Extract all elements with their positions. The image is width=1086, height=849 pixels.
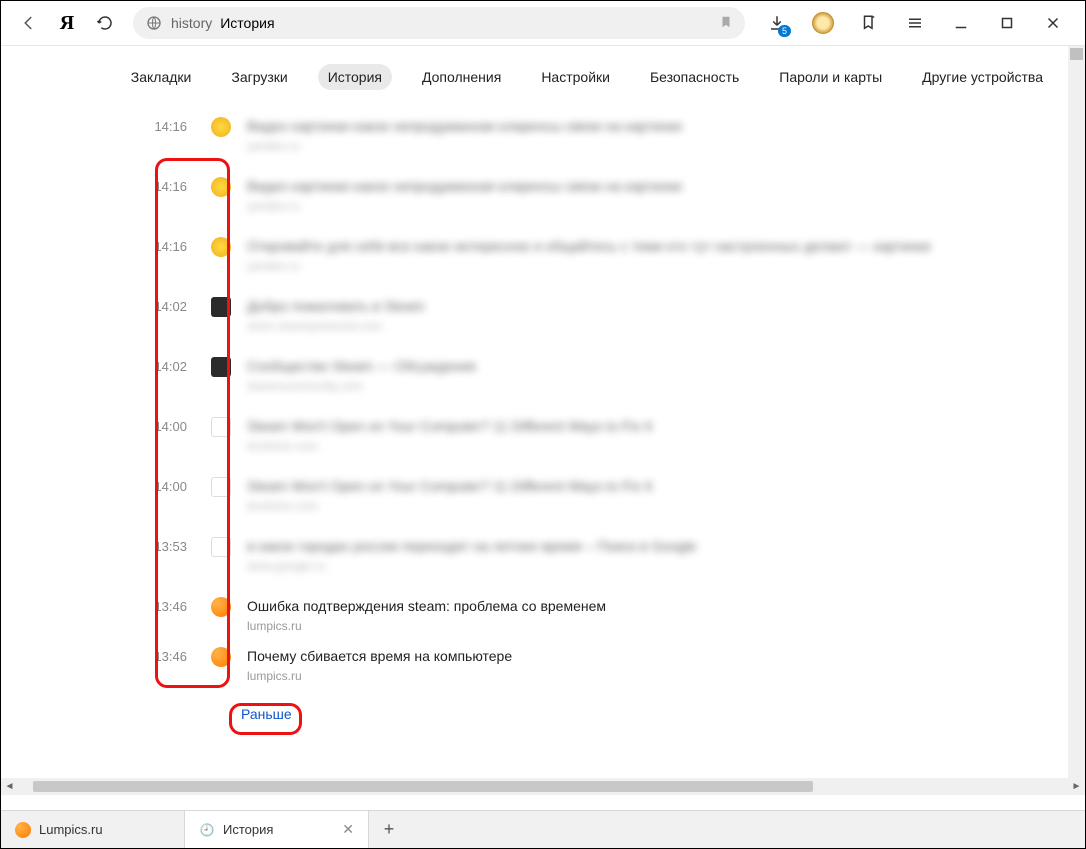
history-source: steamcommunity.com — [247, 378, 1068, 394]
favicon — [211, 537, 231, 557]
history-source: lumpics.ru — [247, 668, 1068, 684]
history-row[interactable]: 14:16 Видео картинки какое непродуманная … — [1, 168, 1068, 228]
favicon — [211, 117, 231, 137]
history-time: 14:00 — [1, 412, 211, 442]
history-title: Откровайте для себя все какое интересное… — [247, 232, 1068, 256]
close-window-button[interactable] — [1033, 7, 1073, 39]
history-time: 13:53 — [1, 532, 211, 562]
history-time: 14:16 — [1, 112, 211, 142]
content-area: Закладки Загрузки История Дополнения Настрой… — [1, 45, 1085, 795]
browser-tab[interactable]: Lumpics.ru — [1, 811, 185, 848]
history-list: 14:16 Видео картинки какое непродуманная … — [1, 108, 1068, 778]
collections-button[interactable] — [849, 7, 889, 39]
menu-button[interactable] — [895, 7, 935, 39]
history-source: yandex.ru — [247, 198, 1068, 214]
bookmark-panel-icon — [860, 14, 878, 32]
close-icon — [1044, 14, 1062, 32]
history-row[interactable]: 14:02 Добро пожаловать в Steam store.steam… — [1, 288, 1068, 348]
history-title: Steam Won't Open on Your Computer? 11 Di… — [247, 412, 1068, 436]
history-title: Сообщество Steam — Обсуждения — [247, 352, 1068, 376]
history-source: yandex.ru — [247, 258, 1068, 274]
maximize-button[interactable] — [987, 7, 1027, 39]
browser-tab[interactable]: 🕘 История ✕ — [185, 811, 369, 848]
history-row[interactable]: 14:00 Steam Won't Open on Your Computer? … — [1, 408, 1068, 468]
history-source: yandex.ru — [247, 138, 1068, 154]
tab-close-button[interactable]: ✕ — [342, 821, 354, 838]
settings-nav: Закладки Загрузки История Дополнения Настрой… — [1, 46, 1085, 100]
history-row[interactable]: 13:46 Ошибка подтверждения steam: проблем… — [1, 588, 1068, 638]
hamburger-icon — [906, 14, 924, 32]
history-title: Видео картинки какое непродуманная клире… — [247, 112, 1068, 136]
favicon — [211, 297, 231, 317]
history-row[interactable]: 14:02 Сообщество Steam — Обсуждения steamc… — [1, 348, 1068, 408]
browser-toolbar: Я history История — [1, 1, 1085, 45]
history-title: Ошибка подтверждения steam: проблема со … — [247, 592, 1068, 616]
tab-label: Lumpics.ru — [39, 822, 103, 837]
maximize-icon — [998, 14, 1016, 32]
new-tab-button[interactable]: + — [369, 811, 409, 848]
favicon — [211, 237, 231, 257]
minimize-icon — [952, 14, 970, 32]
reload-icon — [96, 14, 114, 32]
history-source: lumpics.ru — [247, 618, 1068, 634]
history-row[interactable]: 13:46 Почему сбивается время на компьютер… — [1, 638, 1068, 688]
history-title: Почему сбивается время на компьютере — [247, 642, 1068, 666]
nav-tab-0[interactable]: Закладки — [121, 64, 202, 90]
history-title: Добро пожаловать в Steam — [247, 292, 1068, 316]
history-row[interactable]: 14:16 Видео картинки какое непродуманная … — [1, 108, 1068, 168]
clock-icon: 🕘 — [199, 822, 215, 838]
avatar-icon — [812, 12, 834, 34]
history-row[interactable]: 13:53 в какое городах россии переходят на… — [1, 528, 1068, 588]
earlier-link[interactable]: Раньше — [241, 706, 292, 722]
address-bar[interactable]: history История — [133, 7, 745, 39]
nav-tab-2[interactable]: История — [318, 64, 392, 90]
profile-button[interactable] — [803, 7, 843, 39]
nav-tab-3[interactable]: Дополнения — [412, 64, 511, 90]
nav-tab-4[interactable]: Настройки — [531, 64, 620, 90]
favicon — [211, 177, 231, 197]
history-source: techloris.com — [247, 498, 1068, 514]
nav-tab-7[interactable]: Другие устройства — [912, 64, 1053, 90]
history-source: www.google.ru — [247, 558, 1068, 574]
vertical-scrollbar[interactable] — [1068, 46, 1085, 778]
bookmark-icon[interactable] — [719, 15, 733, 32]
history-title: Видео картинки какое непродуманная клире… — [247, 172, 1068, 196]
site-favicon — [15, 822, 31, 838]
nav-tab-5[interactable]: Безопасность — [640, 64, 749, 90]
site-info-icon[interactable] — [145, 14, 163, 32]
favicon — [211, 417, 231, 437]
history-time: 14:00 — [1, 472, 211, 502]
url-hint: history — [171, 15, 212, 31]
tab-label: История — [223, 822, 273, 837]
favicon — [211, 597, 231, 617]
history-title: в какое городах россии переходят на летн… — [247, 532, 1068, 556]
nav-tab-1[interactable]: Загрузки — [221, 64, 297, 90]
history-time: 14:02 — [1, 352, 211, 382]
history-time: 14:16 — [1, 172, 211, 202]
url-title: История — [220, 15, 274, 31]
history-time: 14:02 — [1, 292, 211, 322]
horizontal-scrollbar[interactable]: ◄ ► — [1, 778, 1085, 795]
history-source: techloris.com — [247, 438, 1068, 454]
favicon — [211, 357, 231, 377]
history-time: 13:46 — [1, 642, 211, 672]
yandex-home-button[interactable]: Я — [51, 7, 83, 39]
history-title: Steam Won't Open on Your Computer? 11 Di… — [247, 472, 1068, 496]
back-button[interactable] — [13, 7, 45, 39]
history-time: 13:46 — [1, 592, 211, 622]
download-icon — [768, 14, 786, 32]
history-time: 14:16 — [1, 232, 211, 262]
history-source: store.steampowered.com — [247, 318, 1068, 334]
downloads-button[interactable] — [757, 7, 797, 39]
history-row[interactable]: 14:00 Steam Won't Open on Your Computer? … — [1, 468, 1068, 528]
arrow-left-icon — [20, 14, 38, 32]
reload-button[interactable] — [89, 7, 121, 39]
history-row[interactable]: 14:16 Откровайте для себя все какое интер… — [1, 228, 1068, 288]
favicon — [211, 647, 231, 667]
nav-tab-6[interactable]: Пароли и карты — [769, 64, 892, 90]
tab-strip: Lumpics.ru 🕘 История ✕ + — [1, 810, 1085, 848]
favicon — [211, 477, 231, 497]
minimize-button[interactable] — [941, 7, 981, 39]
